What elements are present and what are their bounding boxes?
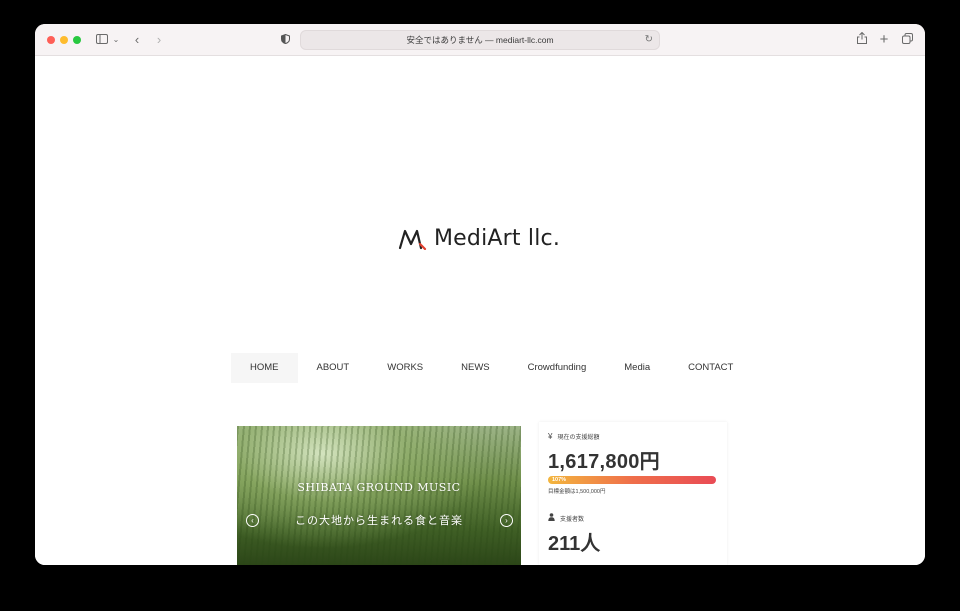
shield-icon[interactable]	[279, 31, 291, 49]
funding-amount: 1,617,800円	[548, 451, 660, 473]
site-logo[interactable]: MediArt llc.	[398, 226, 560, 251]
funding-panel: ¥ 現在の支援総額 1,617,800円 107% 目標金額は1,500,000…	[539, 422, 727, 565]
minimize-window-button[interactable]	[60, 36, 68, 44]
nav-item-works[interactable]: WORKS	[368, 353, 442, 383]
funding-progress-bar: 107%	[548, 476, 716, 484]
amount-label: 現在の支援総額	[557, 435, 600, 441]
share-icon[interactable]	[856, 31, 868, 49]
close-window-button[interactable]	[47, 36, 55, 44]
hero-subtitle: この大地から生まれる食と音楽	[295, 514, 463, 527]
tabs-overview-icon[interactable]	[901, 31, 913, 49]
new-tab-icon[interactable]: +	[878, 31, 890, 49]
forward-icon[interactable]: ›	[153, 31, 165, 49]
back-icon[interactable]: ‹	[131, 31, 143, 49]
nav-item-crowdfunding[interactable]: Crowdfunding	[509, 353, 606, 383]
mediart-logo-icon	[398, 229, 427, 250]
slider-next-button[interactable]: ›	[500, 514, 513, 527]
sidebar-icon[interactable]	[95, 31, 109, 49]
main-nav: HOME ABOUT WORKS NEWS Crowdfunding Media…	[231, 353, 752, 383]
amount-label-row: ¥ 現在の支援総額	[548, 432, 718, 441]
reload-icon[interactable]: ↻	[645, 31, 653, 49]
yen-icon: ¥	[548, 432, 553, 441]
page-content: MediArt llc. HOME ABOUT WORKS NEWS Crowd…	[35, 56, 925, 565]
nav-item-news[interactable]: NEWS	[442, 353, 509, 383]
browser-window: ⌄ ‹ › 安全ではありません — mediart-llc.com ↻ + Me…	[35, 24, 925, 565]
supporters-label-row: 支援者数	[548, 513, 718, 523]
nav-item-about[interactable]: ABOUT	[298, 353, 369, 383]
hero-title: SHIBATA GROUND MUSIC	[297, 481, 461, 494]
nav-item-media[interactable]: Media	[605, 353, 669, 383]
progress-label: 107%	[552, 477, 567, 483]
chevron-down-icon[interactable]: ⌄	[112, 31, 120, 49]
browser-toolbar: ⌄ ‹ › 安全ではありません — mediart-llc.com ↻ +	[35, 24, 925, 56]
person-icon	[548, 513, 555, 523]
slider-prev-button[interactable]: ‹	[246, 514, 259, 527]
address-bar[interactable]: 安全ではありません — mediart-llc.com ↻	[300, 30, 660, 50]
nav-item-contact[interactable]: CONTACT	[669, 353, 752, 383]
zoom-window-button[interactable]	[73, 36, 81, 44]
supporters-label: 支援者数	[560, 516, 585, 523]
nav-item-home[interactable]: HOME	[231, 353, 298, 383]
logo-text: MediArt llc.	[434, 226, 561, 251]
supporters-count: 211人	[548, 533, 601, 555]
hero-slider[interactable]: SHIBATA GROUND MUSIC この大地から生まれる食と音楽 ‹ ›	[237, 426, 521, 565]
address-text: 安全ではありません — mediart-llc.com	[406, 35, 554, 45]
goal-text: 目標金額は1,500,000円	[548, 489, 606, 495]
